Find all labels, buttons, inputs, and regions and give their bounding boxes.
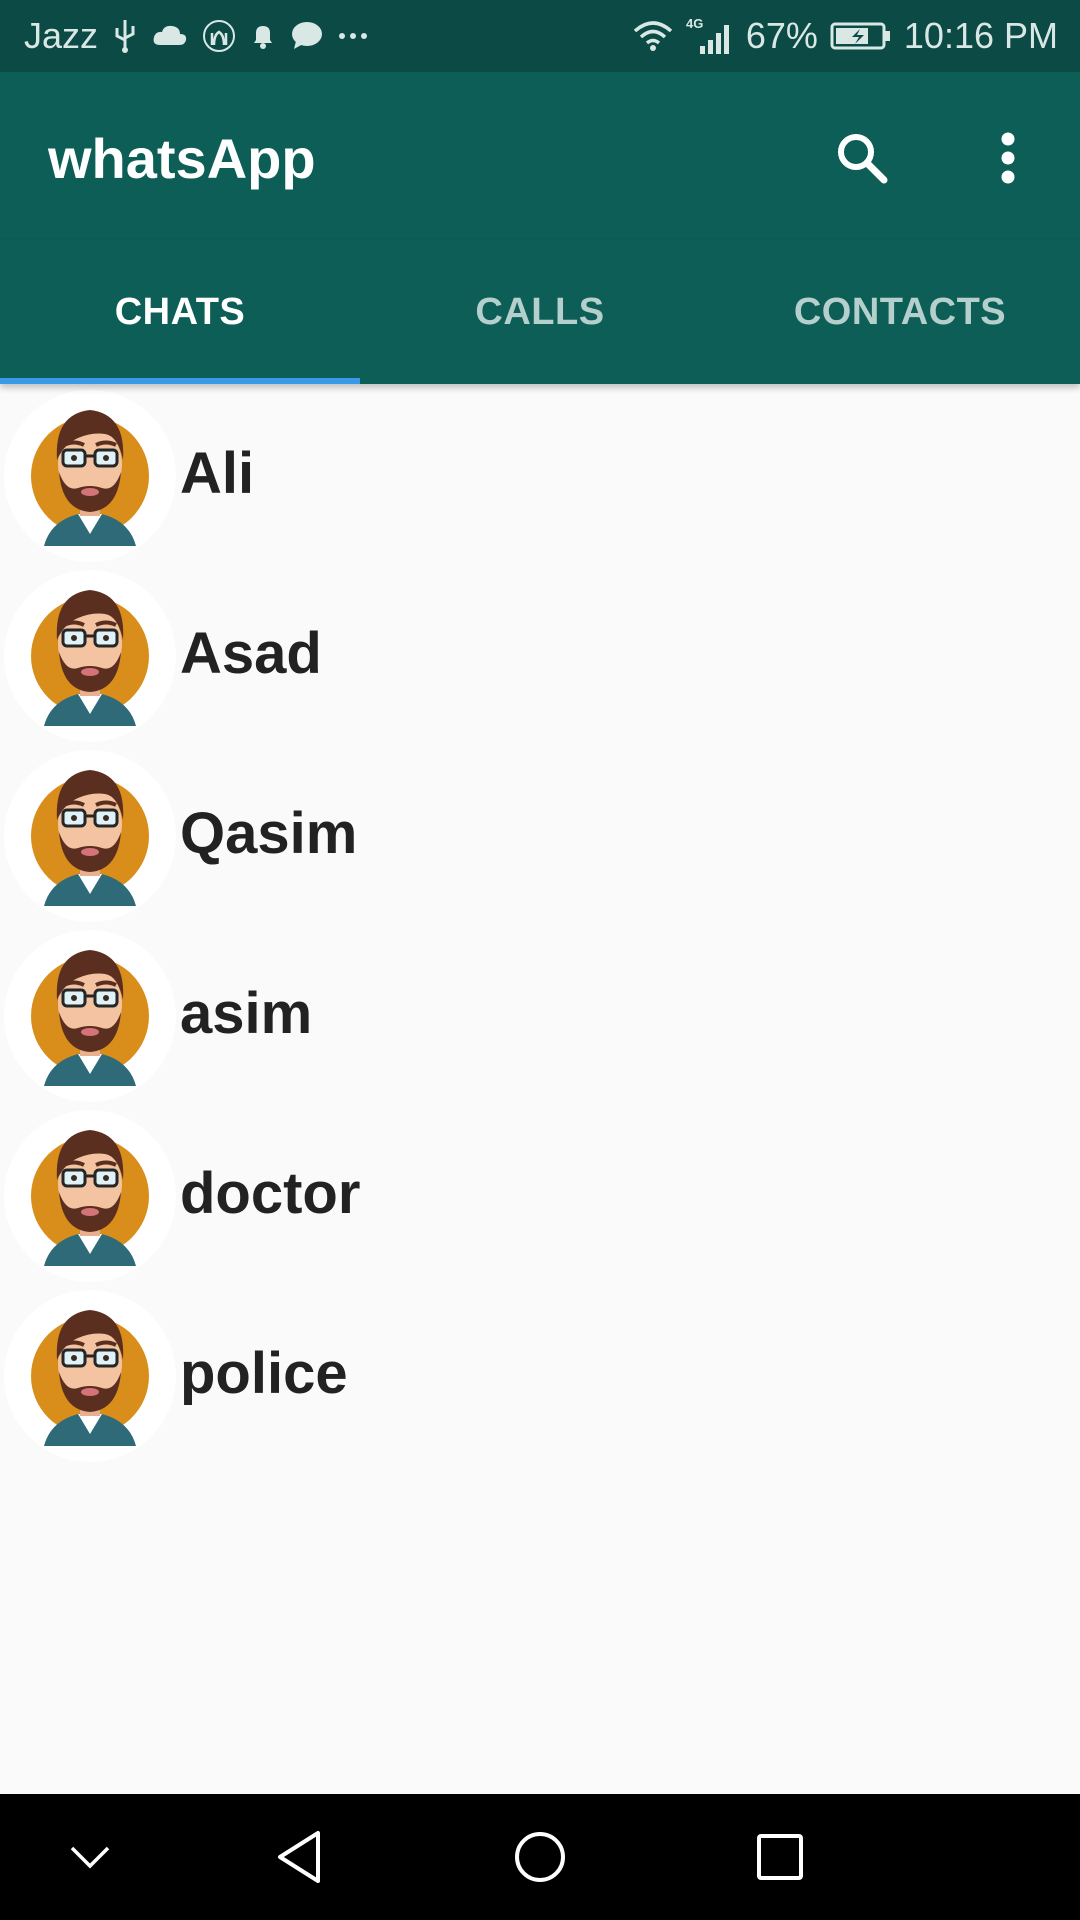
chat-list-item[interactable]: Qasim xyxy=(0,744,1080,924)
app-toolbar: whatsApp xyxy=(0,72,1080,240)
back-button[interactable] xyxy=(260,1817,340,1897)
cloud-icon xyxy=(152,23,188,49)
battery-icon xyxy=(830,21,892,51)
contact-name: police xyxy=(180,1341,348,1406)
wifi-icon xyxy=(632,19,674,53)
signal-icon: 4G xyxy=(686,16,734,56)
system-nav-bar xyxy=(0,1794,1080,1920)
contact-name: Asad xyxy=(180,621,322,686)
mosque-icon xyxy=(202,19,236,53)
search-icon xyxy=(838,134,888,184)
back-icon xyxy=(278,1831,320,1883)
clock: 10:16 PM xyxy=(903,15,1058,56)
tab-calls[interactable]: CALLS xyxy=(360,240,720,384)
chat-list: Ali Asad Qasim asim doctor police xyxy=(0,384,1080,1464)
chat-list-item[interactable]: doctor xyxy=(0,1104,1080,1284)
recents-icon xyxy=(757,1834,803,1880)
usb-icon xyxy=(112,18,138,54)
bell-icon xyxy=(250,21,276,51)
search-button[interactable] xyxy=(826,122,898,194)
home-button[interactable] xyxy=(500,1817,580,1897)
avatar xyxy=(2,388,178,564)
recents-button[interactable] xyxy=(740,1817,820,1897)
chat-list-item[interactable]: Asad xyxy=(0,564,1080,744)
contact-name: doctor xyxy=(180,1161,361,1226)
collapse-nav-button[interactable] xyxy=(50,1817,130,1897)
tab-contacts[interactable]: CONTACTS xyxy=(720,240,1080,384)
chevron-down-icon xyxy=(70,1846,110,1869)
more-dots-icon xyxy=(338,31,368,41)
contact-name: asim xyxy=(180,981,313,1046)
chat-list-item[interactable]: asim xyxy=(0,924,1080,1104)
avatar xyxy=(2,568,178,744)
battery-percent: 67% xyxy=(745,15,818,56)
contact-name: Qasim xyxy=(180,801,358,866)
carrier-name: Jazz xyxy=(24,15,99,56)
active-tab-indicator xyxy=(0,378,360,384)
avatar xyxy=(2,748,178,924)
message-icon xyxy=(290,21,324,51)
network-type-label: 4G xyxy=(686,16,703,31)
chat-list-item[interactable]: police xyxy=(0,1284,1080,1464)
status-right: 4G 67% 10:16 PM xyxy=(632,0,1058,72)
app-title: whatsApp xyxy=(48,127,316,190)
avatar xyxy=(2,1108,178,1284)
tab-bar: CHATS CALLS CONTACTS xyxy=(0,240,1080,384)
home-icon xyxy=(515,1832,565,1882)
status-bar: Jazz 4G 67% 10:16 PM xyxy=(0,0,1080,72)
avatar xyxy=(2,1288,178,1464)
contact-name: Ali xyxy=(180,441,255,506)
more-vert-icon xyxy=(1001,132,1015,184)
tab-chats[interactable]: CHATS xyxy=(0,240,360,384)
avatar xyxy=(2,928,178,1104)
chat-list-item[interactable]: Ali xyxy=(0,384,1080,564)
overflow-menu-button[interactable] xyxy=(972,122,1044,194)
status-left: Jazz xyxy=(24,0,368,72)
